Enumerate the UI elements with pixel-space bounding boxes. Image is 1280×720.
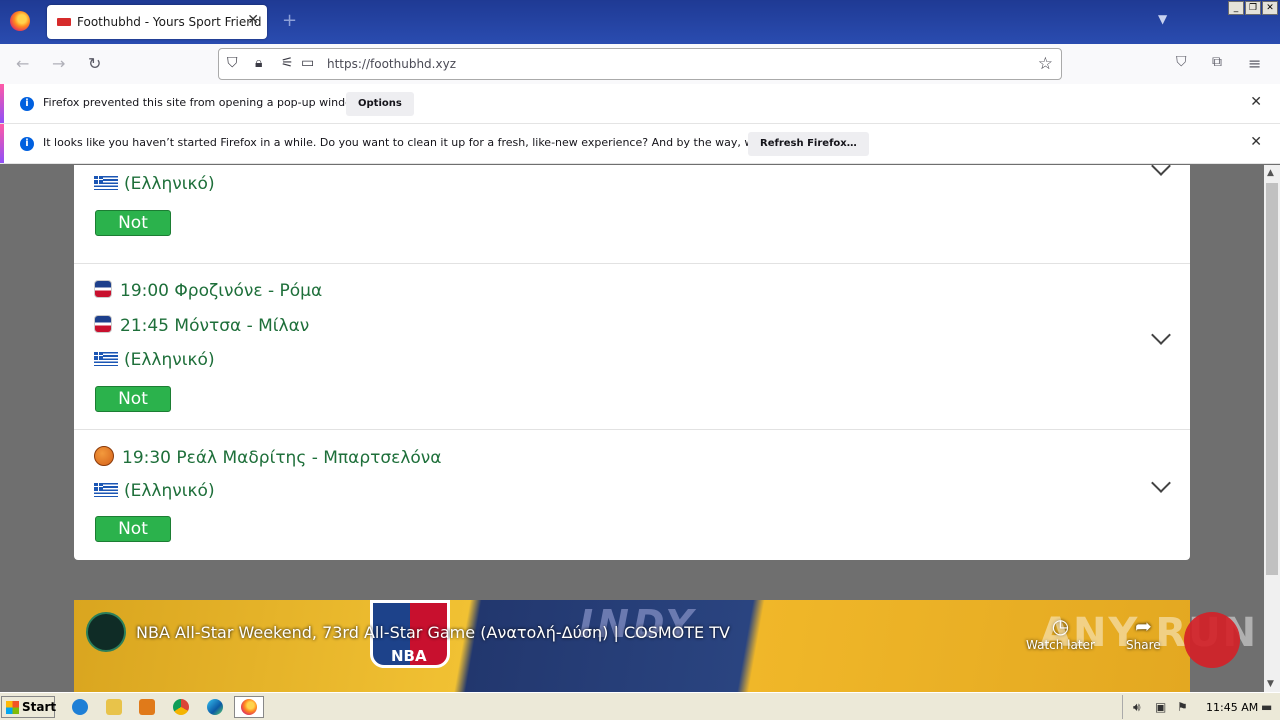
nav-bar: ← → ↻ ⛉ 🔒︎ ⚟ ▭ https://foothubhd.xyz ☆ ⛉… (0, 44, 1280, 86)
match-language[interactable]: (Ελληνικό) (94, 481, 215, 501)
greek-flag-icon (94, 483, 118, 497)
greek-flag-icon (94, 352, 118, 366)
chevron-down-icon[interactable] (1151, 325, 1171, 345)
popup-blocked-notification: i Firefox prevented this site from openi… (0, 84, 1280, 124)
info-icon: i (20, 137, 34, 151)
page-scrollbar[interactable]: ▲ ▼ (1264, 165, 1280, 692)
start-button[interactable]: Start (1, 696, 56, 718)
flag-icon[interactable]: ⚑ (1177, 700, 1188, 714)
nba-logo-text: NBA (391, 647, 427, 665)
info-icon: i (20, 97, 34, 111)
match-line[interactable]: 21:45 Μόντσα - Μίλαν (94, 315, 309, 336)
ie-icon[interactable] (72, 699, 88, 715)
tab-title: Foothubhd - Yours Sport Friend (77, 15, 262, 29)
options-button[interactable]: Options (346, 92, 414, 116)
popup-blocked-icon[interactable]: ▭ (301, 55, 314, 71)
match-line[interactable]: 19:30 Ρεάλ Μαδρίτης - Μπαρτσελόνα (94, 446, 442, 468)
match-line[interactable]: 19:00 Φροζινόνε - Ρόμα (94, 280, 322, 301)
folder-icon[interactable] (106, 699, 122, 715)
forward-arrow-icon[interactable]: → (52, 54, 65, 73)
new-tab-button[interactable]: + (282, 10, 297, 31)
bookmark-star-icon[interactable]: ☆ (1038, 54, 1053, 74)
refresh-firefox-button[interactable]: Refresh Firefox… (748, 132, 869, 156)
tab-strip: Foothubhd - Yours Sport Friend ✕ + ▼ _ ❐… (0, 0, 1280, 44)
menu-hamburger-icon[interactable]: ≡ (1248, 54, 1261, 73)
close-icon[interactable]: ✕ (1250, 94, 1262, 110)
matches-panel: (Ελληνικό) Not 19:00 Φροζινόνε - Ρόμα 21… (74, 165, 1190, 560)
media-player-icon[interactable] (139, 699, 155, 715)
video-embed[interactable]: NBA INDY NBA All-Star Weekend, 73rd All-… (74, 600, 1190, 692)
extensions-icon[interactable]: ⧉ (1212, 54, 1222, 70)
tab-close-icon[interactable]: ✕ (247, 12, 259, 28)
firefox-icon (241, 699, 257, 715)
not-button[interactable]: Not (95, 516, 171, 542)
not-button[interactable]: Not (95, 210, 171, 236)
taskbar: Start 🔊︎ ▣ ⚑ ▬ 11:45 AM (0, 692, 1280, 720)
notification-text: It looks like you haven’t started Firefo… (43, 136, 828, 149)
scroll-thumb[interactable] (1266, 183, 1278, 575)
browser-tab[interactable]: Foothubhd - Yours Sport Friend ✕ (47, 5, 267, 39)
match-language[interactable]: (Ελληνικό) (94, 350, 215, 370)
pocket-icon[interactable]: ⛉ (1176, 54, 1187, 70)
list-tabs-chevron-icon[interactable]: ▼ (1158, 12, 1167, 26)
close-window-button[interactable]: ✕ (1262, 1, 1278, 15)
network-icon[interactable]: ▣ (1155, 700, 1166, 714)
channel-avatar[interactable] (86, 612, 126, 652)
url-text[interactable]: https://foothubhd.xyz (327, 57, 456, 71)
scroll-up-arrow-icon[interactable]: ▲ (1267, 168, 1274, 178)
url-bar[interactable]: ⛉ 🔒︎ ⚟ ▭ https://foothubhd.xyz ☆ (218, 48, 1062, 80)
lock-icon[interactable]: 🔒︎ (255, 55, 262, 71)
restore-button[interactable]: ❐ (1245, 1, 1261, 15)
chevron-down-icon[interactable] (1151, 165, 1171, 176)
match-item[interactable]: 19:00 Φροζινόνε - Ρόμα 21:45 Μόντσα - Μί… (74, 264, 1190, 430)
firefox-icon[interactable] (10, 11, 30, 31)
chevron-down-icon[interactable] (1151, 473, 1171, 493)
notification-text: Firefox prevented this site from opening… (43, 96, 364, 109)
match-language[interactable]: (Ελληνικό) (94, 174, 215, 194)
permissions-icon[interactable]: ⚟ (281, 55, 294, 71)
close-icon[interactable]: ✕ (1250, 134, 1262, 150)
show-desktop-icon[interactable]: ▬ (1261, 700, 1272, 714)
serie-a-icon (94, 315, 112, 333)
not-button[interactable]: Not (95, 386, 171, 412)
match-item[interactable]: 19:30 Ρεάλ Μαδρίτης - Μπαρτσελόνα (Ελλην… (74, 430, 1190, 560)
match-item[interactable]: (Ελληνικό) Not (74, 165, 1190, 264)
window-controls: _ ❐ ✕ (1228, 1, 1278, 15)
reload-icon[interactable]: ↻ (88, 54, 101, 73)
basketball-icon (94, 446, 114, 466)
chrome-icon[interactable] (173, 699, 189, 715)
back-arrow-icon[interactable]: ← (16, 54, 29, 73)
shield-icon[interactable]: ⛉ (227, 55, 238, 71)
video-title[interactable]: NBA All-Star Weekend, 73rd All-Star Game… (136, 623, 730, 642)
scroll-down-arrow-icon[interactable]: ▼ (1267, 679, 1274, 689)
edge-icon[interactable] (207, 699, 223, 715)
volume-icon[interactable]: 🔊︎ (1133, 700, 1141, 715)
windows-logo-icon (6, 701, 19, 714)
minimize-button[interactable]: _ (1228, 1, 1244, 15)
site-favicon-icon (57, 18, 71, 26)
clock: 11:45 AM (1206, 701, 1259, 714)
greek-flag-icon (94, 176, 118, 190)
anyrun-play-icon (1184, 612, 1240, 668)
serie-a-icon (94, 280, 112, 298)
refresh-firefox-notification: i It looks like you haven’t started Fire… (0, 124, 1280, 164)
firefox-taskbar-button[interactable] (234, 696, 264, 718)
